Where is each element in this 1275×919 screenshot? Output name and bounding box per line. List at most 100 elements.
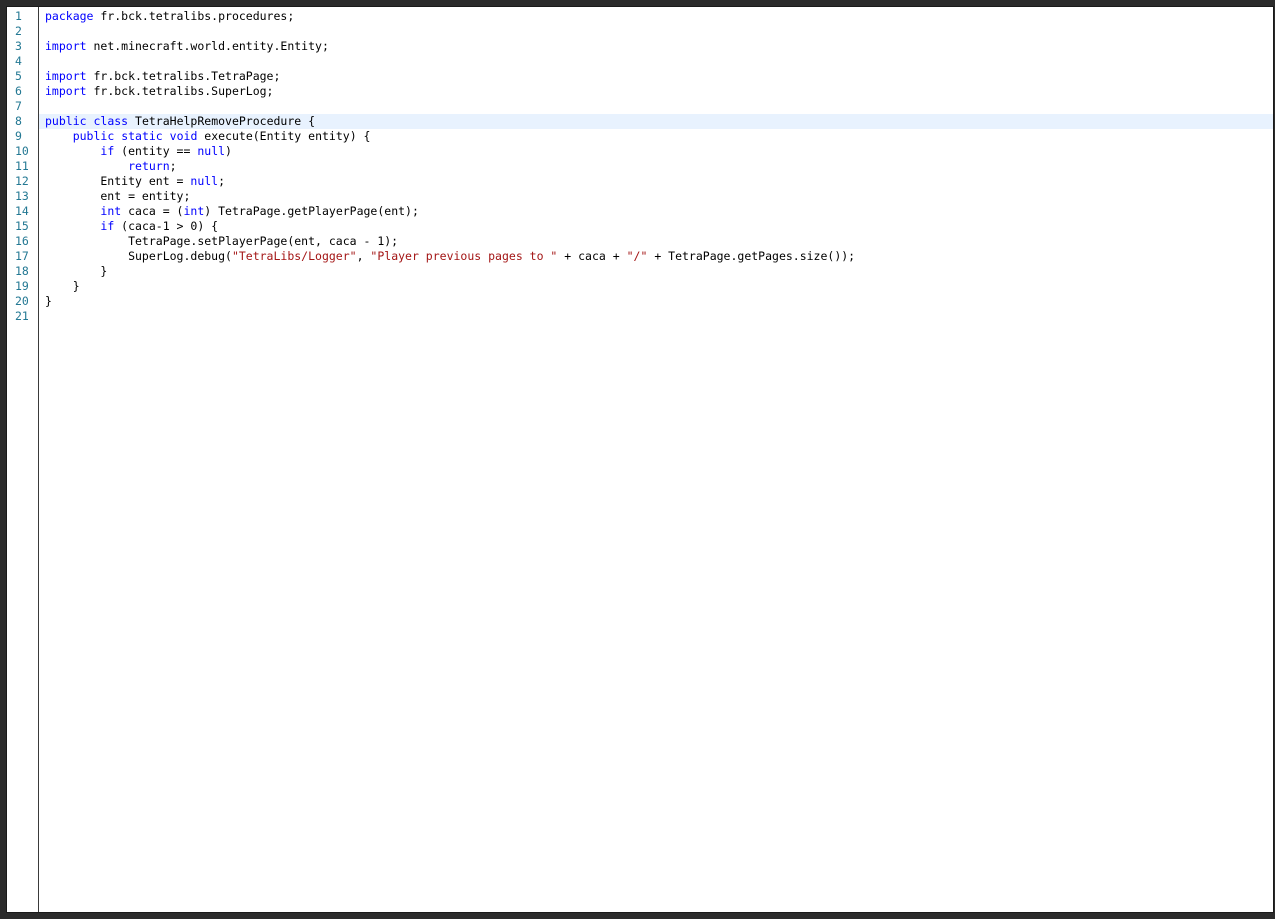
code-line-text: if (entity == null) (45, 144, 232, 159)
line-number: 16 (15, 234, 29, 248)
code-line[interactable]: import fr.bck.tetralibs.SuperLog; (39, 84, 1273, 99)
plain-token: ; (218, 174, 226, 188)
plain-token: net.minecraft.world.entity.Entity; (86, 39, 329, 53)
line-number: 1 (15, 9, 22, 23)
plain-token: ) TetraPage.getPlayerPage(ent); (204, 204, 419, 218)
line-number: 17 (15, 249, 29, 263)
code-line-text: import fr.bck.tetralibs.SuperLog; (45, 84, 273, 99)
code-line[interactable]: package fr.bck.tetralibs.procedures; (39, 9, 1273, 24)
code-text-area[interactable]: package fr.bck.tetralibs.procedures; impo… (39, 7, 1273, 912)
keyword-token: import (45, 84, 87, 98)
plain-token: } (45, 279, 80, 293)
code-line-text: return; (45, 159, 177, 174)
code-line-text: int caca = (int) TetraPage.getPlayerPage… (45, 204, 419, 219)
plain-token: Entity ent = (45, 174, 191, 188)
keyword-token: void (169, 129, 198, 143)
line-number: 12 (15, 174, 29, 188)
keyword-token: int (100, 204, 122, 218)
keyword-token: null (190, 174, 219, 188)
code-line[interactable]: int caca = (int) TetraPage.getPlayerPage… (39, 204, 1273, 219)
code-line[interactable]: if (entity == null) (39, 144, 1273, 159)
line-number: 11 (15, 159, 29, 173)
keyword-token: public (72, 129, 115, 143)
line-number: 18 (15, 264, 29, 278)
plain-token: } (45, 294, 52, 308)
code-line[interactable]: } (39, 294, 1273, 309)
plain-token: (caca-1 > 0) { (114, 219, 219, 233)
plain-token: TetraHelpRemoveProcedure { (128, 114, 316, 128)
keyword-token: public (45, 114, 87, 128)
line-number: 9 (15, 129, 22, 143)
line-number: 13 (15, 189, 29, 203)
line-number: 20 (15, 294, 29, 308)
plain-token: fr.bck.tetralibs.TetraPage; (86, 69, 281, 83)
keyword-token: class (93, 114, 129, 128)
code-line[interactable]: public class TetraHelpRemoveProcedure { (39, 114, 1273, 129)
plain-token: + TetraPage.getPages.size()); (647, 249, 856, 263)
plain-token: } (45, 264, 108, 278)
code-line[interactable]: Entity ent = null; (39, 174, 1273, 189)
keyword-token: static (121, 129, 163, 143)
keyword-token: if (100, 144, 115, 158)
code-line[interactable]: SuperLog.debug("TetraLibs/Logger", "Play… (39, 249, 1273, 264)
code-line[interactable]: ent = entity; (39, 189, 1273, 204)
code-line-text: SuperLog.debug("TetraLibs/Logger", "Play… (45, 249, 855, 264)
line-number: 3 (15, 39, 22, 53)
line-number: 6 (15, 84, 22, 98)
line-number-gutter: 1 2 3 4 5 6 7 8 9 10 11 12 13 14 15 16 17 18 19 20 21 (7, 7, 39, 912)
code-line[interactable]: import fr.bck.tetralibs.TetraPage; (39, 69, 1273, 84)
line-number: 10 (15, 144, 29, 158)
plain-token: fr.bck.tetralibs.procedures; (93, 9, 295, 23)
code-line-text: package fr.bck.tetralibs.procedures; (45, 9, 294, 24)
code-line-text: Entity ent = null; (45, 174, 225, 189)
code-line[interactable] (39, 54, 1273, 69)
plain-token: ) (225, 144, 232, 158)
plain-token: , (356, 249, 371, 263)
code-line-text: TetraPage.setPlayerPage(ent, caca - 1); (45, 234, 398, 249)
line-number: 4 (15, 54, 22, 68)
keyword-token: import (45, 69, 87, 83)
code-line[interactable]: import net.minecraft.world.entity.Entity… (39, 39, 1273, 54)
plain-token: caca = ( (121, 204, 184, 218)
code-line[interactable]: } (39, 279, 1273, 294)
keyword-token: package (45, 9, 94, 23)
code-line[interactable]: return; (39, 159, 1273, 174)
code-line-text: } (45, 279, 80, 294)
plain-token: SuperLog.debug( (45, 249, 232, 263)
plain-token: ent = entity; (45, 189, 191, 203)
code-line[interactable] (39, 24, 1273, 39)
code-line-text: if (caca-1 > 0) { (45, 219, 218, 234)
line-number: 15 (15, 219, 29, 233)
keyword-token: return (128, 159, 170, 173)
code-editor[interactable]: 1 2 3 4 5 6 7 8 9 10 11 12 13 14 15 16 17 18 19 20 21 packag… (6, 6, 1274, 913)
keyword-token: int (183, 204, 205, 218)
code-line[interactable]: TetraPage.setPlayerPage(ent, caca - 1); (39, 234, 1273, 249)
line-number: 8 (15, 114, 22, 128)
keyword-token: import (45, 39, 87, 53)
string-token: "Player previous pages to " (370, 249, 558, 263)
line-number: 21 (15, 309, 29, 323)
code-line-text: } (45, 264, 107, 279)
code-line-text: } (45, 294, 52, 309)
keyword-token: null (197, 144, 226, 158)
string-token: "/" (626, 249, 648, 263)
code-line[interactable] (39, 99, 1273, 114)
line-number: 5 (15, 69, 22, 83)
code-line[interactable]: } (39, 264, 1273, 279)
code-line[interactable] (39, 309, 1273, 324)
plain-token: + caca + (557, 249, 627, 263)
plain-token: ; (169, 159, 177, 173)
code-line[interactable]: public static void execute(Entity entity… (39, 129, 1273, 144)
plain-token: TetraPage.setPlayerPage(ent, caca - 1); (45, 234, 399, 248)
line-number: 19 (15, 279, 29, 293)
line-number: 2 (15, 24, 22, 38)
plain-token: fr.bck.tetralibs.SuperLog; (86, 84, 274, 98)
code-line-text: import net.minecraft.world.entity.Entity… (45, 39, 329, 54)
code-line-text: public class TetraHelpRemoveProcedure { (45, 114, 315, 129)
code-line[interactable]: if (caca-1 > 0) { (39, 219, 1273, 234)
